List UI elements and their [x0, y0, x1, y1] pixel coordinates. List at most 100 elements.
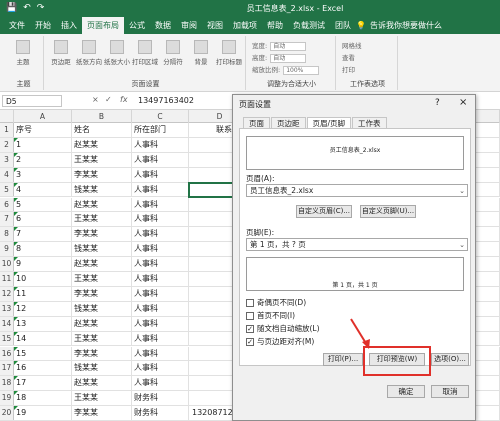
- tab-view[interactable]: 视图: [202, 17, 228, 34]
- cell-b[interactable]: 姓名: [72, 123, 132, 137]
- name-box[interactable]: D5: [2, 95, 62, 107]
- tab-review[interactable]: 审阅: [176, 17, 202, 34]
- tab-file[interactable]: 文件: [4, 17, 30, 34]
- tab-addins[interactable]: 加载项: [228, 17, 262, 34]
- cell-a[interactable]: 8: [14, 242, 72, 257]
- cell-a[interactable]: 16: [14, 361, 72, 376]
- custom-header-button[interactable]: 自定义页眉(C)...: [296, 205, 352, 218]
- options-button[interactable]: 选项(O)...: [431, 353, 469, 366]
- row-header[interactable]: 20: [0, 406, 14, 420]
- cell-b[interactable]: 李某某: [72, 227, 132, 242]
- cell-a[interactable]: 7: [14, 227, 72, 242]
- width-row[interactable]: 宽度: 自动: [252, 40, 307, 51]
- themes-button[interactable]: 主题: [10, 40, 36, 66]
- cell-b[interactable]: 李某某: [72, 167, 132, 182]
- formula-input[interactable]: 13497163402: [138, 96, 194, 105]
- cancel-button[interactable]: 取消: [431, 385, 469, 398]
- tab-load-test[interactable]: 负载测试: [288, 17, 330, 34]
- cell-a[interactable]: 9: [14, 257, 72, 271]
- cell-c[interactable]: 人事科: [132, 257, 189, 271]
- print-button[interactable]: 打印(P)...: [323, 353, 363, 366]
- scale-row[interactable]: 缩放比例: 100%: [252, 64, 320, 75]
- cell-b[interactable]: 李某某: [72, 406, 132, 420]
- row-header[interactable]: 17: [0, 361, 14, 376]
- tell-me-box[interactable]: 告诉我你想要做什么: [370, 20, 442, 31]
- cell-a[interactable]: 3: [14, 167, 72, 182]
- cell-b[interactable]: 王某某: [72, 331, 132, 346]
- tab-home[interactable]: 开始: [30, 17, 56, 34]
- cell-b[interactable]: 钱某某: [72, 182, 132, 197]
- cell-c[interactable]: 人事科: [132, 197, 189, 212]
- height-row[interactable]: 高度: 自动: [252, 52, 307, 63]
- cell-b[interactable]: 李某某: [72, 286, 132, 301]
- row-header[interactable]: 13: [0, 301, 14, 316]
- footer-select[interactable]: 第 1 页，共 ? 页 ⌄: [246, 238, 468, 251]
- cell-b[interactable]: 赵某某: [72, 376, 132, 391]
- cell-c[interactable]: 人事科: [132, 137, 189, 152]
- print-checkbox[interactable]: 打印: [342, 64, 355, 74]
- row-header[interactable]: 15: [0, 331, 14, 346]
- orientation-button[interactable]: 纸张方向: [76, 40, 102, 66]
- breaks-button[interactable]: 分隔符: [160, 40, 186, 66]
- scale-with-document-checkbox[interactable]: ✓ 随文档自动缩放(L): [246, 323, 320, 334]
- row-header[interactable]: 8: [0, 227, 14, 242]
- ok-button[interactable]: 确定: [387, 385, 425, 398]
- tab-formulas[interactable]: 公式: [124, 17, 150, 34]
- row-header[interactable]: 4: [0, 167, 14, 182]
- cell-c[interactable]: 人事科: [132, 242, 189, 257]
- cell-b[interactable]: 王某某: [72, 272, 132, 286]
- row-header[interactable]: 5: [0, 182, 14, 197]
- row-header[interactable]: 1: [0, 123, 14, 137]
- row-header[interactable]: 19: [0, 391, 14, 406]
- view-checkbox[interactable]: 查看: [342, 52, 355, 62]
- help-icon[interactable]: ?: [435, 98, 440, 108]
- cell-a[interactable]: 19: [14, 406, 72, 420]
- cell-c[interactable]: 人事科: [132, 361, 189, 376]
- column-header-c[interactable]: C: [132, 110, 189, 123]
- cell-a[interactable]: 17: [14, 376, 72, 391]
- row-header[interactable]: 14: [0, 316, 14, 331]
- row-header[interactable]: 9: [0, 242, 14, 257]
- cell-c[interactable]: 人事科: [132, 212, 189, 227]
- enter-icon[interactable]: ✓: [105, 95, 112, 104]
- cell-b[interactable]: 王某某: [72, 212, 132, 227]
- row-header[interactable]: 16: [0, 346, 14, 361]
- cell-a[interactable]: 5: [14, 197, 72, 212]
- tab-page-layout[interactable]: 页面布局: [82, 17, 124, 34]
- cell-c[interactable]: 人事科: [132, 152, 189, 167]
- cell-c[interactable]: 财务科: [132, 391, 189, 406]
- cell-c[interactable]: 财务科: [132, 406, 189, 420]
- cell-c[interactable]: 人事科: [132, 167, 189, 182]
- cell-b[interactable]: 赵某某: [72, 197, 132, 212]
- print-area-button[interactable]: 打印区域: [132, 40, 158, 66]
- cell-b[interactable]: 王某某: [72, 152, 132, 167]
- size-button[interactable]: 纸张大小: [104, 40, 130, 66]
- cell-c[interactable]: 所在部门: [132, 123, 189, 137]
- cell-c[interactable]: 人事科: [132, 346, 189, 361]
- cell-a[interactable]: 18: [14, 391, 72, 406]
- cell-a[interactable]: 1: [14, 137, 72, 152]
- column-header-b[interactable]: B: [72, 110, 132, 123]
- tab-team[interactable]: 团队: [330, 17, 356, 34]
- row-header[interactable]: 7: [0, 212, 14, 227]
- tab-data[interactable]: 数据: [150, 17, 176, 34]
- cell-c[interactable]: 人事科: [132, 331, 189, 346]
- column-header-a[interactable]: A: [14, 110, 72, 123]
- tab-insert[interactable]: 插入: [56, 17, 82, 34]
- align-with-margins-checkbox[interactable]: ✓ 与页边距对齐(M): [246, 336, 314, 347]
- tab-help[interactable]: 帮助: [262, 17, 288, 34]
- cell-c[interactable]: 人事科: [132, 286, 189, 301]
- cell-b[interactable]: 王某某: [72, 391, 132, 406]
- cell-a[interactable]: 4: [14, 182, 72, 197]
- cell-a[interactable]: 6: [14, 212, 72, 227]
- row-header[interactable]: 10: [0, 257, 14, 271]
- fx-icon[interactable]: fx: [120, 95, 128, 104]
- row-header[interactable]: 11: [0, 272, 14, 286]
- cell-c[interactable]: 人事科: [132, 272, 189, 286]
- select-all-corner[interactable]: [0, 110, 14, 123]
- row-header[interactable]: 18: [0, 376, 14, 391]
- cell-b[interactable]: 钱某某: [72, 242, 132, 257]
- row-header[interactable]: 6: [0, 197, 14, 212]
- row-header[interactable]: 2: [0, 137, 14, 152]
- cell-a[interactable]: 10: [14, 272, 72, 286]
